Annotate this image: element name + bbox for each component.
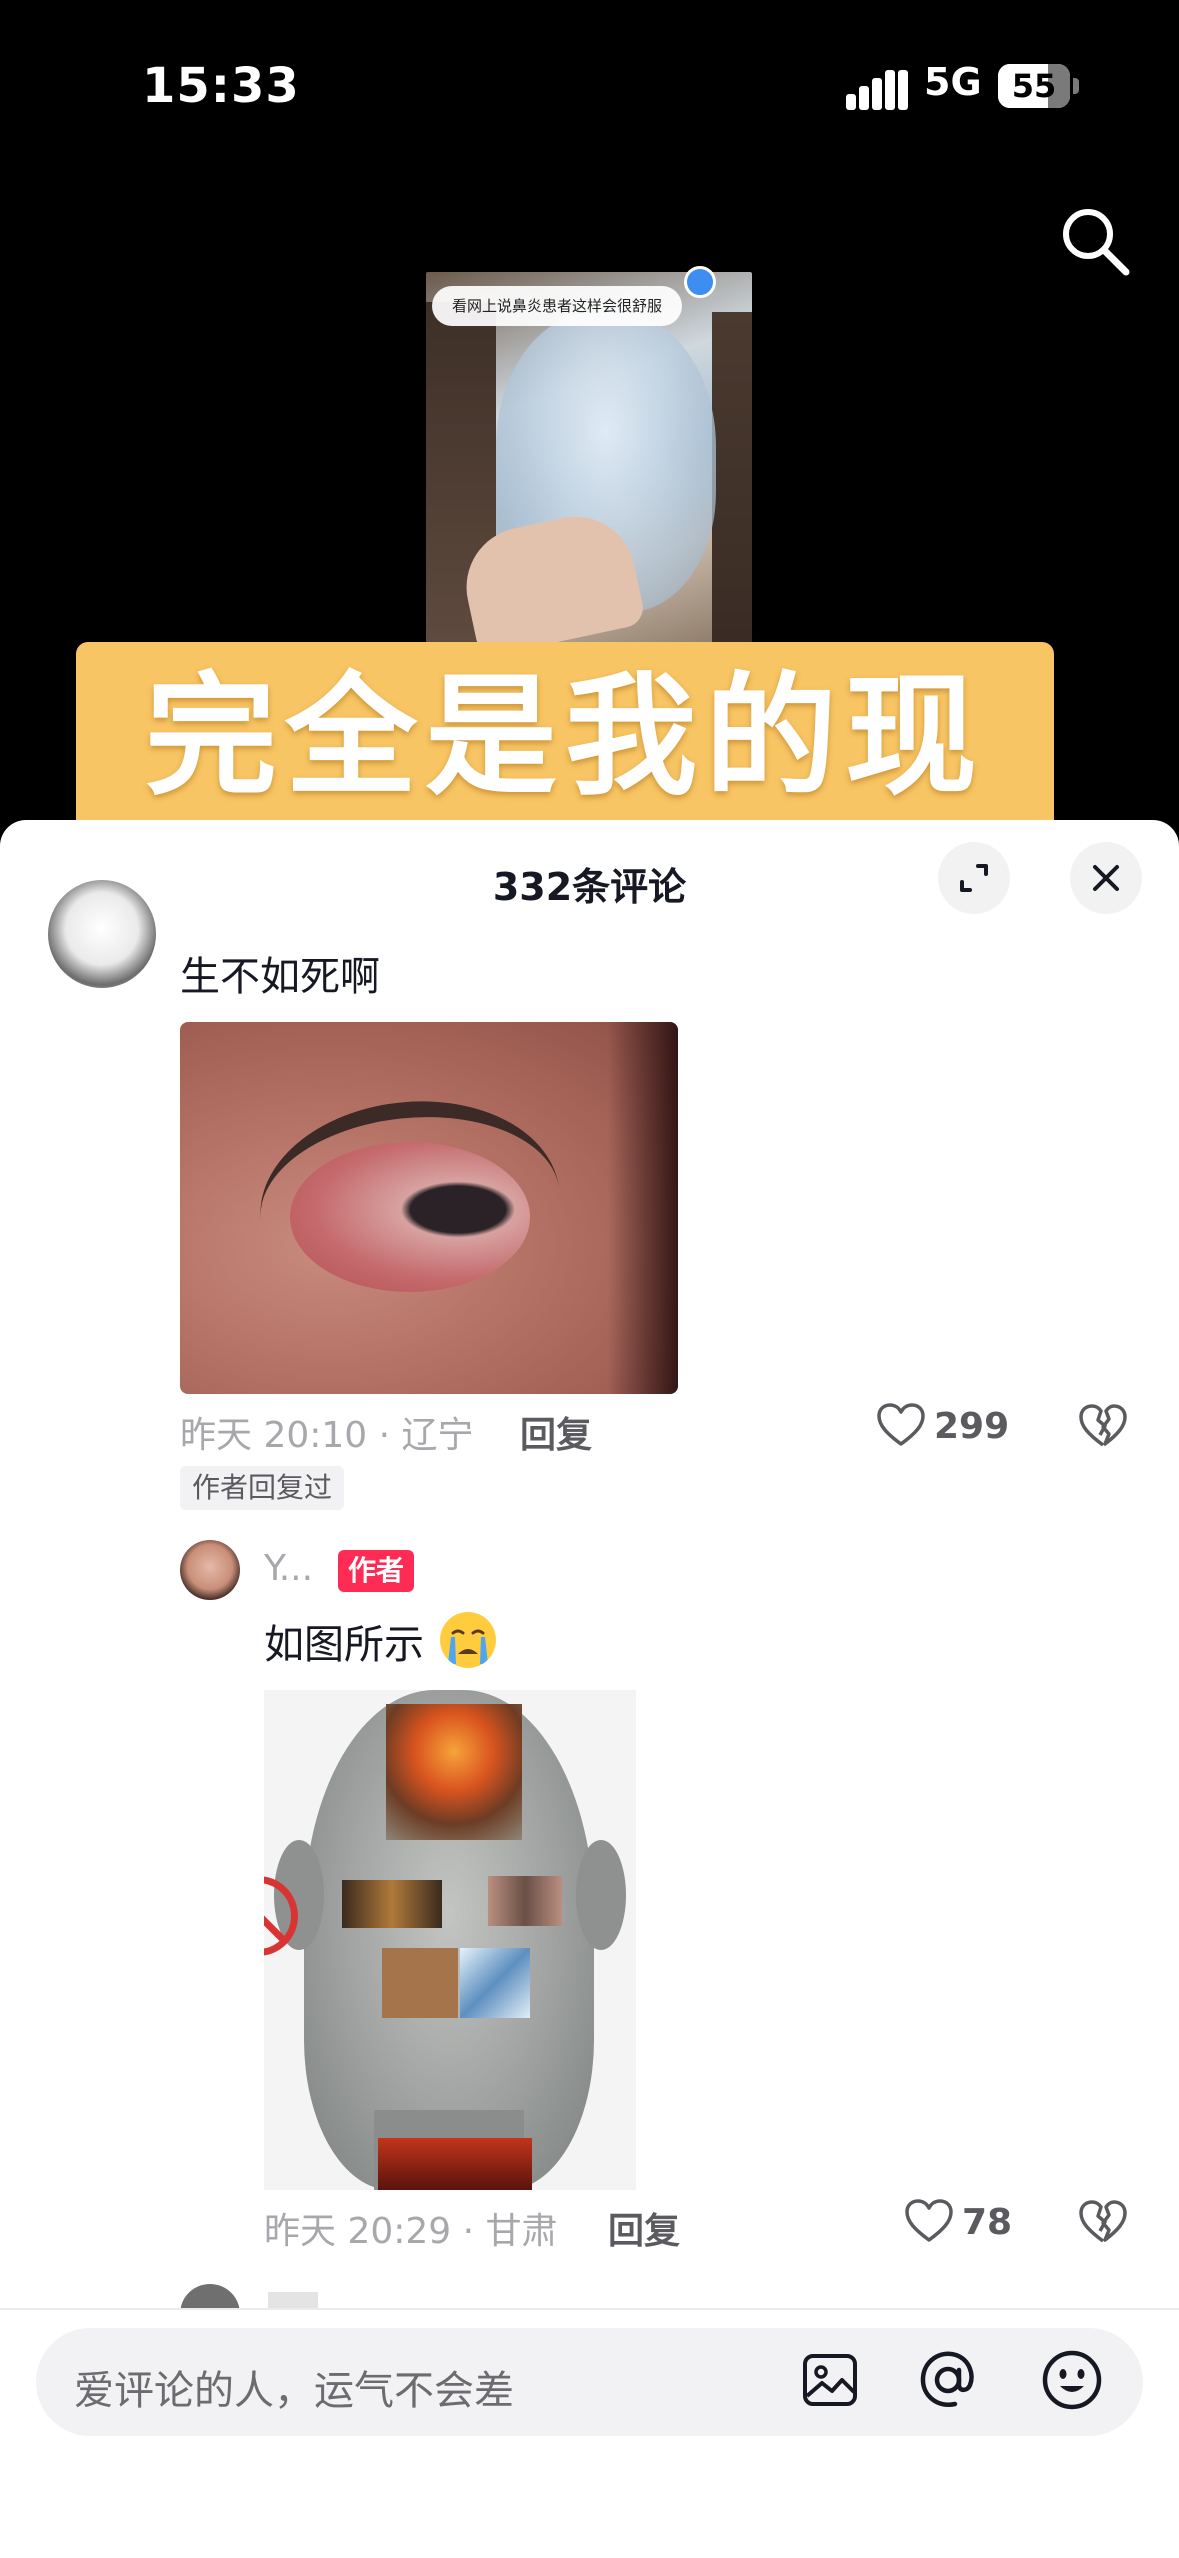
username[interactable]: Y...	[264, 1548, 313, 1589]
reply-button[interactable]: 回复	[520, 1406, 592, 1458]
network-type: 5G	[924, 60, 982, 104]
heart-icon[interactable]	[876, 1402, 926, 1448]
comment-image[interactable]	[264, 1690, 636, 2190]
avatar[interactable]	[48, 880, 156, 988]
signal-icon	[846, 70, 908, 110]
author-avatar[interactable]	[180, 1540, 240, 1600]
expand-icon	[960, 864, 988, 892]
comment-image[interactable]	[180, 1022, 678, 1394]
next-comment-peek	[180, 2284, 440, 2310]
like-count: 78	[962, 2202, 1013, 2243]
like-indicator-icon	[684, 266, 716, 298]
mention-icon[interactable]	[916, 2348, 980, 2412]
overlay-banner-text: 完全是我的现状	[145, 660, 985, 1004]
battery-percent: 55	[1011, 67, 1057, 105]
comment-text: 生不如死啊	[180, 954, 380, 1000]
status-time: 15:33	[142, 58, 300, 114]
battery-icon: 55	[998, 64, 1080, 108]
crying-face-icon	[440, 1612, 496, 1668]
reply-button[interactable]: 回复	[608, 2202, 680, 2254]
search-icon[interactable]	[1058, 204, 1132, 278]
heart-icon[interactable]	[904, 2198, 954, 2244]
video-preview[interactable]	[426, 272, 752, 642]
author-badge: 作者	[338, 1550, 415, 1592]
author-replied-tag: 作者回复过	[180, 1466, 345, 1510]
video-caption: 看网上说鼻炎患者这样会很舒服	[432, 286, 683, 326]
expand-button[interactable]	[938, 842, 1010, 914]
comment-text: 如图所示	[264, 1622, 424, 1668]
image-icon[interactable]	[800, 2350, 860, 2410]
close-icon	[1093, 865, 1119, 891]
broken-heart-icon[interactable]	[1078, 1402, 1128, 1450]
emoji-icon[interactable]	[1040, 2348, 1104, 2412]
broken-heart-icon[interactable]	[1078, 2198, 1128, 2246]
like-count: 299	[934, 1406, 1010, 1447]
comment-meta: 昨天 20:29 · 甘肃	[264, 2211, 558, 2252]
close-button[interactable]	[1070, 842, 1142, 914]
comment-input-placeholder[interactable]: 爱评论的人，运气不会差	[74, 2358, 514, 2416]
comment-meta: 昨天 20:10 · 辽宁	[180, 1415, 474, 1456]
